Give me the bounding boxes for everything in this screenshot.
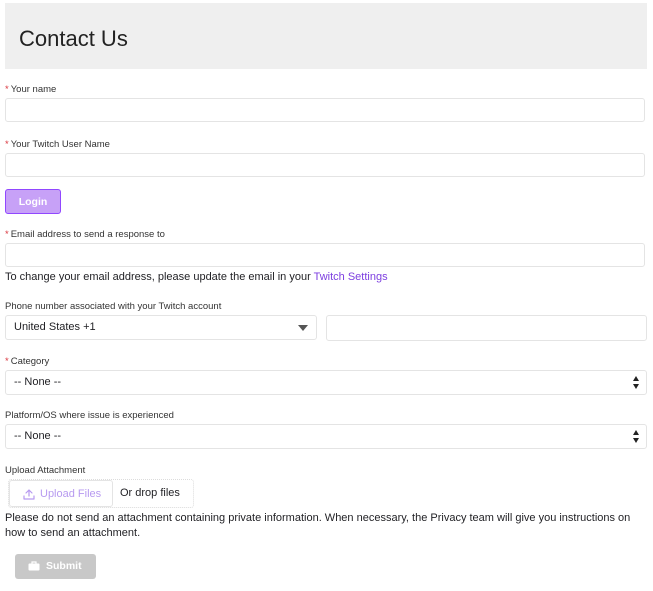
email-change-note: To change your email address, please upd… <box>5 271 388 283</box>
required-marker: * <box>5 356 9 367</box>
file-drop-zone[interactable]: Upload Files Or drop files <box>8 479 194 508</box>
submit-label: Submit <box>46 560 82 572</box>
country-code-value: United States +1 <box>14 321 96 333</box>
drop-files-text: Or drop files <box>120 487 180 499</box>
email-label: * Email address to send a response to <box>5 229 165 240</box>
select-updown-icon <box>633 376 641 390</box>
upload-attachment-label: Upload Attachment <box>5 465 86 476</box>
phone-number-input[interactable] <box>326 315 647 341</box>
briefcase-icon <box>28 561 40 571</box>
upload-files-button[interactable]: Upload Files <box>9 480 113 507</box>
category-label: * Category <box>5 356 50 367</box>
twitch-username-input[interactable] <box>5 153 645 177</box>
platform-value: -- None -- <box>14 430 62 442</box>
category-value: -- None -- <box>14 376 62 388</box>
upload-files-label: Upload Files <box>40 488 102 500</box>
email-input[interactable] <box>5 243 645 267</box>
name-input[interactable] <box>5 98 645 122</box>
login-button[interactable]: Login <box>5 189 61 214</box>
platform-select[interactable]: -- None -- <box>5 424 647 449</box>
required-marker: * <box>5 84 9 95</box>
twitch-username-label: * Your Twitch User Name <box>5 139 110 150</box>
required-marker: * <box>5 229 9 240</box>
attachment-warning: Please do not send an attachment contain… <box>5 512 631 539</box>
required-marker: * <box>5 139 9 150</box>
phone-label: Phone number associated with your Twitch… <box>5 301 222 312</box>
twitch-settings-link[interactable]: Twitch Settings <box>314 271 388 283</box>
select-updown-icon <box>633 430 641 444</box>
contact-form-page: Contact Us * Your name * Your Twitch User … <box>0 0 653 591</box>
upload-icon <box>23 489 35 500</box>
dropdown-arrow-icon <box>298 325 308 331</box>
submit-button[interactable]: Submit <box>15 554 96 579</box>
country-code-select[interactable]: United States +1 <box>5 315 317 340</box>
page-header: Contact Us <box>5 3 647 69</box>
platform-label: Platform/OS where issue is experienced <box>5 410 174 421</box>
page-title: Contact Us <box>19 26 128 51</box>
category-select[interactable]: -- None -- <box>5 370 647 395</box>
name-label: * Your name <box>5 84 57 95</box>
